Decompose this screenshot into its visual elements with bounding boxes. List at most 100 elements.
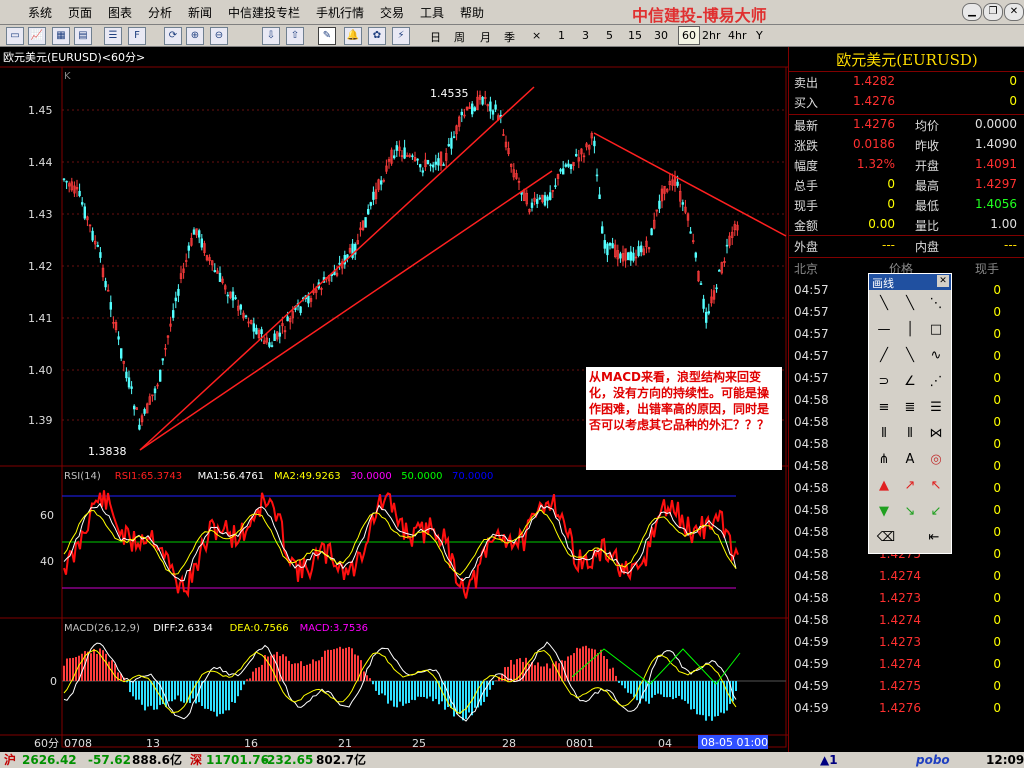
period-button-30[interactable]: 30 xyxy=(654,29,668,42)
eraser-tool-icon[interactable]: ⌫ xyxy=(875,528,897,548)
table-icon[interactable]: ▤ xyxy=(74,27,92,45)
alert-bell-icon[interactable]: 🔔 xyxy=(344,27,362,45)
menu-help[interactable]: 帮助 xyxy=(460,4,484,21)
gann-tool-icon[interactable]: ⋈ xyxy=(925,424,947,444)
period-button-2hr[interactable]: 2hr xyxy=(702,29,721,42)
quote-field-label: 总手 xyxy=(794,179,819,193)
import-icon[interactable]: ⇧ xyxy=(286,27,304,45)
menu-analysis[interactable]: 分析 xyxy=(148,4,172,21)
trade-row[interactable]: 04:58 1.4274 0 xyxy=(789,567,1024,589)
trade-volume: 0 xyxy=(993,503,1001,517)
zoom-out-icon[interactable]: ⊖ xyxy=(210,27,228,45)
export-icon[interactable]: ⇩ xyxy=(262,27,280,45)
refresh-icon[interactable]: ⟳ xyxy=(164,27,182,45)
close-icon[interactable]: ✕ xyxy=(1004,3,1024,21)
line-down-steep-tool-icon[interactable]: ╲ xyxy=(899,294,921,314)
period-button-4hr[interactable]: 4hr xyxy=(728,29,747,42)
arc-tool-icon[interactable]: ⊃ xyxy=(873,372,895,392)
down-right-arrow-tool-icon[interactable]: ↘ xyxy=(899,502,921,522)
menu-citic-column[interactable]: 中信建投专栏 xyxy=(228,4,300,21)
menu-trade[interactable]: 交易 xyxy=(380,4,404,21)
menu-system[interactable]: 系统 xyxy=(28,4,52,21)
zoom-in-icon[interactable]: ⊕ xyxy=(186,27,204,45)
period-button-Y[interactable]: Y xyxy=(756,29,763,42)
target-tool-icon[interactable]: ◎ xyxy=(925,450,947,470)
line-chart-icon[interactable]: 📈 xyxy=(28,27,46,45)
trade-price: 1.4274 xyxy=(879,613,921,627)
indicator-icon[interactable]: ▦ xyxy=(52,27,70,45)
menu-tools[interactable]: 工具 xyxy=(420,4,444,21)
menu-chart[interactable]: 图表 xyxy=(108,4,132,21)
angle-tool-icon[interactable]: ∠ xyxy=(899,372,921,392)
fan-tool-icon[interactable]: ⋰ xyxy=(925,372,947,392)
candle-body xyxy=(174,297,177,302)
text-tool-icon[interactable]: A xyxy=(899,450,921,470)
period-button-60[interactable]: 60 xyxy=(678,26,700,45)
list-icon[interactable]: ☰ xyxy=(104,27,122,45)
period-button-周[interactable]: 周 xyxy=(454,29,465,45)
period-button-季[interactable]: 季 xyxy=(504,29,515,45)
candle-body xyxy=(460,111,463,116)
trade-row[interactable]: 04:58 1.4274 0 xyxy=(789,611,1024,633)
lightning-icon[interactable]: ⚡ xyxy=(392,27,410,45)
colors-icon[interactable]: ✿ xyxy=(368,27,386,45)
alert-indicator[interactable]: ▲1 xyxy=(820,752,838,768)
wave-tool-icon[interactable]: ∿ xyxy=(925,346,947,366)
draw-tool-icon[interactable]: ✎ xyxy=(318,27,336,45)
menu-mobile-quotes[interactable]: 手机行情 xyxy=(316,4,364,21)
quote-field-value: 1.00 xyxy=(990,217,1017,231)
time-cycle-tool-icon[interactable]: ⦀ xyxy=(873,424,895,444)
close-icon[interactable]: ✕ xyxy=(937,275,949,287)
trade-time: 04:59 xyxy=(794,635,829,649)
up-left-arrow-tool-icon[interactable]: ↖ xyxy=(925,476,947,496)
trend-line-resistance[interactable] xyxy=(593,132,787,237)
up-right-arrow-tool-icon[interactable]: ↗ xyxy=(899,476,921,496)
trend-line-support[interactable] xyxy=(139,170,553,451)
period-button-5[interactable]: 5 xyxy=(606,29,613,42)
trend-line-support-steep[interactable] xyxy=(139,86,535,451)
vertical-line-tool-icon[interactable]: │ xyxy=(899,320,921,340)
x-axis-label: 28 xyxy=(502,737,516,750)
rsi-tick-label: 40 xyxy=(40,555,54,568)
annotation-note[interactable]: 从MACD来看，浪型结构来回变化，没有方向的持续性。可能是操作困难，出错率高的原… xyxy=(586,367,782,470)
candle-body xyxy=(395,145,398,151)
restore-icon[interactable]: ❐ xyxy=(983,3,1003,21)
channel-tool-icon[interactable]: ≡ xyxy=(873,398,895,418)
period-button-close[interactable]: × xyxy=(532,29,541,42)
new-window-icon[interactable]: ▭ xyxy=(6,27,24,45)
period-button-月[interactable]: 月 xyxy=(480,29,491,45)
candle-body xyxy=(681,202,685,205)
trade-row[interactable]: 04:59 1.4274 0 xyxy=(789,655,1024,677)
period-button-1[interactable]: 1 xyxy=(558,29,565,42)
delete-tool-icon[interactable]: ⇤ xyxy=(923,528,945,548)
sh-index-change: -57.62 xyxy=(88,753,131,767)
pitchfork-tool-icon[interactable]: ⋔ xyxy=(873,450,895,470)
parallel-tool-icon[interactable]: ≣ xyxy=(899,398,921,418)
menu-page[interactable]: 页面 xyxy=(68,4,92,21)
period-button-3[interactable]: 3 xyxy=(582,29,589,42)
drawing-tools-titlebar[interactable]: 画线 ✕ xyxy=(869,274,951,290)
fibonacci-tool-icon[interactable]: ☰ xyxy=(925,398,947,418)
trade-row[interactable]: 04:59 1.4275 0 xyxy=(789,677,1024,699)
trade-row[interactable]: 04:59 1.4273 0 xyxy=(789,633,1024,655)
minimize-icon[interactable]: ▁ xyxy=(962,3,982,21)
period-button-15[interactable]: 15 xyxy=(628,29,642,42)
period-button-日[interactable]: 日 xyxy=(430,29,441,45)
menu-news[interactable]: 新闻 xyxy=(188,4,212,21)
rectangle-tool-icon[interactable]: □ xyxy=(925,320,947,340)
candle-body xyxy=(491,110,495,115)
inner-volume-label: 内盘 xyxy=(915,240,940,254)
period-lines-tool-icon[interactable]: ⦀ xyxy=(899,424,921,444)
line-down-tool-icon[interactable]: ╲ xyxy=(873,294,895,314)
trade-row[interactable]: 04:59 1.4276 0 xyxy=(789,699,1024,721)
horizontal-line-tool-icon[interactable]: — xyxy=(873,320,895,340)
f10-icon[interactable]: F xyxy=(128,27,146,45)
quote-row-volume: 0 xyxy=(1009,74,1017,88)
down-left-arrow-tool-icon[interactable]: ↙ xyxy=(925,502,947,522)
trade-row[interactable]: 04:58 1.4273 0 xyxy=(789,589,1024,611)
down-arrow-tool-icon[interactable]: ▼ xyxy=(873,502,895,522)
ray-tool-icon[interactable]: ╱ xyxy=(873,346,895,366)
double-line-tool-icon[interactable]: ⋱ xyxy=(925,294,947,314)
up-arrow-tool-icon[interactable]: ▲ xyxy=(873,476,895,496)
segment-tool-icon[interactable]: ╲ xyxy=(899,346,921,366)
